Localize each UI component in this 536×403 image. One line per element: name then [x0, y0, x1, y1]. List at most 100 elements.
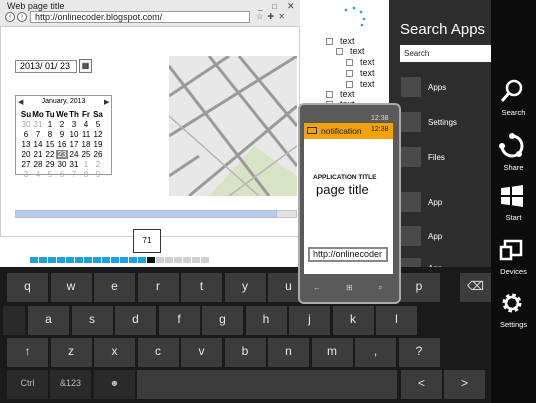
key-l[interactable]: l	[376, 306, 417, 335]
slider-segment[interactable]	[102, 257, 110, 263]
forward-icon[interactable]: ›	[17, 12, 27, 22]
calendar-day[interactable]: 3	[20, 170, 32, 179]
calendar-day[interactable]: 31	[68, 160, 80, 169]
key-p[interactable]: p	[398, 273, 440, 302]
close-icon[interactable]: ✕	[287, 1, 295, 12]
calendar-day[interactable]: 22	[44, 150, 56, 159]
calendar-day[interactable]: 16	[56, 140, 68, 149]
toolbar-icons[interactable]: ☆ ✚ ✕	[256, 12, 286, 21]
slider-segment[interactable]	[192, 257, 200, 263]
calendar-day[interactable]: 5	[92, 120, 104, 129]
tree-expander-icon[interactable]	[346, 70, 353, 77]
key-f[interactable]: f	[158, 306, 200, 335]
slider-segment[interactable]	[30, 257, 38, 263]
symbols-key[interactable]: &123	[50, 370, 91, 399]
calendar-day[interactable]: 8	[44, 130, 56, 139]
app-tile-icon[interactable]	[401, 77, 421, 97]
charm-label[interactable]: Search	[491, 108, 536, 117]
app-label[interactable]: Settings	[428, 118, 457, 127]
search-icon[interactable]	[499, 78, 525, 104]
calendar-day[interactable]: 27	[20, 160, 32, 169]
key-t[interactable]: t	[181, 273, 222, 302]
date-input[interactable]: 2013/ 01/ 23	[15, 60, 77, 73]
key-x[interactable]: x	[94, 338, 135, 367]
calendar-day[interactable]: 31	[32, 120, 44, 129]
search-input[interactable]: Search	[400, 45, 491, 62]
tab-key[interactable]	[3, 306, 25, 335]
slider-segment[interactable]	[66, 257, 74, 263]
calendar-day[interactable]: 30	[20, 120, 32, 129]
key-h[interactable]: h	[245, 306, 287, 335]
slider-segment[interactable]	[165, 257, 173, 263]
key-q[interactable]: q	[7, 273, 48, 302]
calendar-day[interactable]: 17	[68, 140, 80, 149]
key-,[interactable]: ,	[355, 338, 396, 367]
key-k[interactable]: k	[332, 306, 374, 335]
slider-segment[interactable]	[39, 257, 47, 263]
app-label[interactable]: Apps	[428, 83, 446, 92]
arrow-left-key[interactable]: <	[401, 370, 442, 399]
calendar-day[interactable]: 6	[56, 170, 68, 179]
slider-segment[interactable]	[84, 257, 92, 263]
minimize-icon[interactable]: _	[258, 2, 262, 11]
calendar-day[interactable]: 9	[92, 170, 104, 179]
tree-expander-icon[interactable]	[346, 59, 353, 66]
calendar-day[interactable]: 7	[32, 130, 44, 139]
calendar-day[interactable]: 24	[68, 150, 80, 159]
calendar-day[interactable]: 18	[80, 140, 92, 149]
slider-segment[interactable]	[183, 257, 191, 263]
calendar-day[interactable]: 3	[68, 120, 80, 129]
calendar-day[interactable]: 6	[20, 130, 32, 139]
slider-segment[interactable]	[111, 257, 119, 263]
app-tile-icon[interactable]	[401, 226, 421, 246]
tree-item[interactable]: text	[360, 68, 375, 78]
calendar-day[interactable]: 4	[32, 170, 44, 179]
calendar-day[interactable]: 28	[32, 160, 44, 169]
tree-item[interactable]: text	[340, 89, 355, 99]
key-e[interactable]: e	[94, 273, 135, 302]
calendar-day[interactable]: 23	[56, 150, 68, 159]
calendar-day[interactable]: 21	[32, 150, 44, 159]
slider-segment[interactable]	[120, 257, 128, 263]
calendar-day[interactable]: 14	[32, 140, 44, 149]
calendar-day[interactable]: 2	[92, 160, 104, 169]
calendar-day[interactable]: 10	[68, 130, 80, 139]
backspace-key[interactable]: ⌫	[460, 273, 491, 302]
calendar-day[interactable]: 12	[92, 130, 104, 139]
tree-item[interactable]: text	[360, 79, 375, 89]
calendar-day[interactable]: 13	[20, 140, 32, 149]
key-r[interactable]: r	[137, 273, 179, 302]
slider-segment[interactable]	[156, 257, 164, 263]
phone-back-icon[interactable]: ←	[313, 283, 321, 292]
map-view[interactable]	[169, 56, 297, 196]
app-tile-icon[interactable]	[401, 112, 421, 132]
calendar-day[interactable]: 5	[44, 170, 56, 179]
slider-segment[interactable]	[201, 257, 209, 263]
charm-label[interactable]: Share	[491, 163, 536, 172]
key-s[interactable]: s	[71, 306, 113, 335]
key-m[interactable]: m	[311, 338, 353, 367]
key-z[interactable]: z	[50, 338, 92, 367]
tree-expander-icon[interactable]	[336, 48, 343, 55]
calendar-day[interactable]: 1	[44, 120, 56, 129]
emoji-icon[interactable]: ☻	[94, 370, 135, 399]
slider-segment[interactable]	[138, 257, 146, 263]
tree-item[interactable]: text	[350, 46, 365, 56]
calendar-day[interactable]: 15	[44, 140, 56, 149]
calendar-day[interactable]: 2	[56, 120, 68, 129]
calendar-day[interactable]: 11	[80, 130, 92, 139]
windows-logo-icon[interactable]	[499, 183, 525, 209]
share-icon[interactable]	[499, 133, 525, 159]
app-tile-icon[interactable]	[401, 192, 421, 212]
calendar-day[interactable]: 1	[80, 160, 92, 169]
app-tile-icon[interactable]	[401, 147, 421, 167]
key-n[interactable]: n	[268, 338, 309, 367]
key-d[interactable]: d	[115, 306, 156, 335]
phone-search-icon[interactable]: ⌕	[378, 283, 382, 293]
calendar-day[interactable]: 25	[80, 150, 92, 159]
calendar-day[interactable]: 26	[92, 150, 104, 159]
calendar-day[interactable]: 8	[80, 170, 92, 179]
calendar-day[interactable]: 30	[56, 160, 68, 169]
segmented-slider[interactable]	[30, 257, 212, 263]
shift-key[interactable]: ↑	[7, 338, 48, 367]
